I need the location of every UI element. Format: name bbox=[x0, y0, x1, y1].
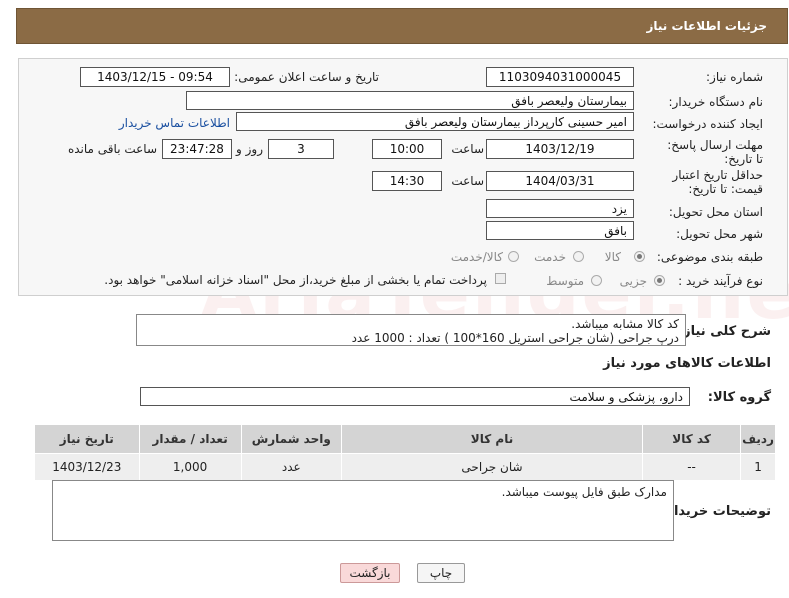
treasury-payment-note: پرداخت تمام یا بخشی از مبلغ خرید،از محل … bbox=[104, 273, 487, 287]
header-bar: جزئیات اطلاعات نیاز bbox=[16, 8, 788, 44]
need-number-field: 1103094031000045 bbox=[486, 67, 634, 87]
col-name: نام کالا bbox=[340, 424, 644, 454]
goods-group-label: گروه کالا: bbox=[707, 390, 771, 405]
validity-date-field: 1404/03/31 bbox=[486, 171, 634, 191]
buyer-notes-label: توضیحات خریدار: bbox=[661, 504, 771, 519]
items-table-header: ردیف کد کالا نام کالا واحد شمارش تعداد /… bbox=[34, 424, 776, 454]
remaining-time-field: 23:47:28 bbox=[162, 139, 232, 159]
buyer-notes-box: مدارک طبق فایل پیوست میباشد. bbox=[52, 480, 674, 541]
description-box: کد کالا مشابه میباشد. درپ جراحی (شان جرا… bbox=[136, 314, 686, 346]
process-minor-label: جزیی bbox=[619, 274, 647, 288]
category-both-radio[interactable] bbox=[508, 251, 519, 262]
need-number-label: شماره نیاز: bbox=[706, 70, 763, 84]
treasury-payment-checkbox[interactable] bbox=[495, 273, 506, 284]
buyer-org-label: نام دستگاه خریدار: bbox=[668, 95, 764, 109]
creator-field: امیر حسینی کارپرداز بیمارستان ولیعصر باف… bbox=[236, 112, 634, 131]
category-goods-radio[interactable] bbox=[634, 251, 645, 262]
price-validity-label: حداقل تاریخ اعتبار قیمت: تا تاریخ: bbox=[672, 168, 763, 196]
announce-label: تاریخ و ساعت اعلان عمومی: bbox=[234, 70, 379, 84]
cell-date: 1403/12/23 bbox=[34, 453, 140, 481]
table-row: 1 -- شان جراحی عدد 1,000 1403/12/23 bbox=[34, 453, 776, 481]
buyer-notes-text: مدارک طبق فایل پیوست میباشد. bbox=[501, 485, 667, 499]
goods-section-title: اطلاعات کالاهای مورد نیاز bbox=[603, 356, 771, 371]
category-label: طبقه بندی موضوعی: bbox=[656, 250, 763, 264]
category-service-radio[interactable] bbox=[573, 251, 584, 262]
cell-code: -- bbox=[642, 453, 742, 481]
category-service-label: خدمت bbox=[534, 250, 566, 264]
remaining-label: ساعت باقی مانده bbox=[67, 142, 157, 156]
col-code: کد کالا bbox=[642, 424, 742, 454]
city-field: بافق bbox=[486, 221, 634, 240]
col-qty: تعداد / مقدار bbox=[138, 424, 242, 454]
description-label: شرح کلی نیاز: bbox=[677, 324, 771, 339]
contact-link[interactable]: اطلاعات تماس خریدار bbox=[119, 116, 230, 130]
days-label: روز و bbox=[236, 142, 263, 156]
province-label: استان محل تحویل: bbox=[668, 205, 763, 219]
announce-field: 1403/12/15 - 09:54 bbox=[80, 67, 230, 87]
city-label: شهر محل تحویل: bbox=[676, 227, 763, 241]
buyer-org-field: بیمارستان ولیعصر بافق bbox=[186, 91, 634, 110]
reply-time-field: 10:00 bbox=[372, 139, 442, 159]
reply-date-field: 1403/12/19 bbox=[486, 139, 634, 159]
items-table: ردیف کد کالا نام کالا واحد شمارش تعداد /… bbox=[34, 424, 776, 481]
page-title: جزئیات اطلاعات نیاز bbox=[646, 19, 767, 33]
col-unit: واحد شمارش bbox=[240, 424, 342, 454]
category-goods-label: کالا bbox=[604, 250, 621, 264]
creator-label: ایجاد کننده درخواست: bbox=[652, 117, 763, 131]
validity-time-label: ساعت bbox=[451, 174, 484, 188]
goods-group-field: دارو، پزشکی و سلامت bbox=[140, 387, 690, 406]
process-medium-label: متوسط bbox=[546, 274, 584, 288]
cell-index: 1 bbox=[740, 453, 776, 481]
cell-unit: عدد bbox=[240, 453, 342, 481]
col-index: ردیف bbox=[740, 424, 776, 454]
process-minor-radio[interactable] bbox=[654, 275, 665, 286]
cell-qty: 1,000 bbox=[138, 453, 242, 481]
process-medium-radio[interactable] bbox=[591, 275, 602, 286]
back-button[interactable]: بازگشت bbox=[340, 563, 400, 583]
print-button[interactable]: چاپ bbox=[417, 563, 465, 583]
reply-deadline-label: مهلت ارسال پاسخ: تا تاریخ: bbox=[667, 138, 763, 166]
process-label: نوع فرآیند خرید : bbox=[678, 274, 763, 288]
days-field: 3 bbox=[268, 139, 334, 159]
cell-name: شان جراحی bbox=[340, 453, 644, 481]
description-line-2: درپ جراحی (شان جراحی استریل 160*100 ) تع… bbox=[351, 331, 679, 345]
category-both-label: کالا/خدمت bbox=[450, 250, 503, 264]
description-line-1: کد کالا مشابه میباشد. bbox=[571, 317, 679, 331]
validity-time-field: 14:30 bbox=[372, 171, 442, 191]
reply-time-label: ساعت bbox=[451, 142, 484, 156]
province-field: یزد bbox=[486, 199, 634, 218]
col-date: تاریخ نیاز bbox=[34, 424, 140, 454]
